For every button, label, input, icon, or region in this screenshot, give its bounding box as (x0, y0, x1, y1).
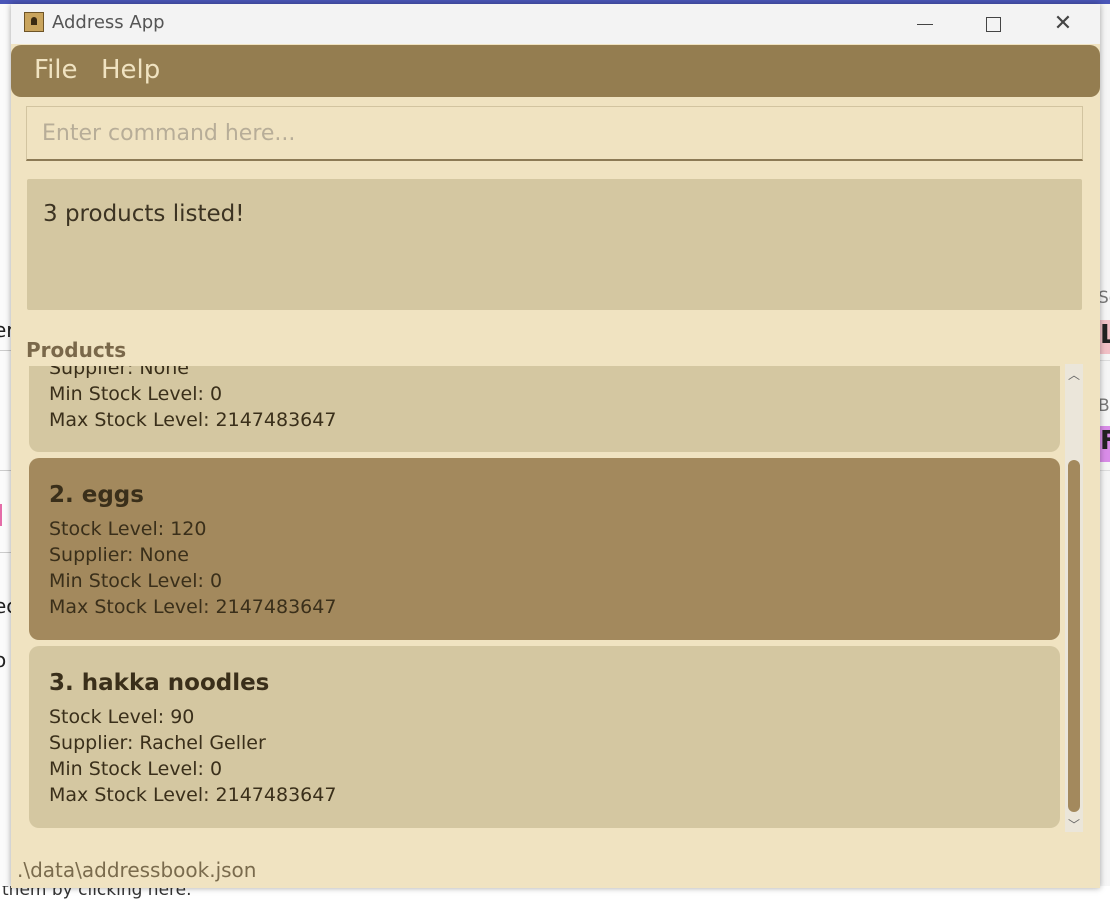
menu-file[interactable]: File (34, 55, 78, 85)
product-list[interactable]: Supplier: None Min Stock Level: 0 Max St… (26, 366, 1083, 834)
product-max-stock: Max Stock Level: 2147483647 (49, 596, 337, 618)
result-message: 3 products listed! (43, 201, 245, 227)
background-tag: L (1100, 320, 1110, 354)
list-scrollbar[interactable]: ︿ ﹀ (1065, 364, 1083, 832)
background-window-bottom: them by clicking here. (0, 886, 1110, 900)
products-label: Products (26, 338, 127, 362)
minimize-button[interactable] (891, 4, 959, 44)
product-supplier: Supplier: Rachel Geller (49, 732, 266, 754)
background-text: o (0, 648, 7, 672)
title-bar[interactable]: Address App ✕ (11, 4, 1100, 44)
chevron-down-icon[interactable]: ﹀ (1065, 816, 1083, 832)
product-stock: Stock Level: 90 (49, 706, 195, 728)
background-text: L (1100, 320, 1110, 350)
contact-book-icon (24, 12, 44, 32)
menu-bar: File Help (11, 45, 1100, 97)
command-box (26, 106, 1083, 161)
product-card[interactable]: 3. hakka noodles Stock Level: 90 Supplie… (29, 646, 1060, 828)
background-text: them by clicking here. (2, 886, 192, 900)
menu-help[interactable]: Help (101, 55, 160, 85)
product-name: 3. hakka noodles (49, 670, 270, 696)
divider (1100, 360, 1110, 361)
command-input[interactable] (27, 107, 1082, 159)
product-card[interactable]: Supplier: None Min Stock Level: 0 Max St… (29, 366, 1060, 452)
close-button[interactable]: ✕ (1029, 4, 1097, 44)
background-text: F (1100, 426, 1110, 456)
minimize-icon (917, 23, 933, 25)
product-max-stock: Max Stock Level: 2147483647 (49, 784, 337, 806)
product-card-selected[interactable]: 2. eggs Stock Level: 120 Supplier: None … (29, 458, 1060, 640)
product-stock: Stock Level: 120 (49, 518, 207, 540)
close-icon: ✕ (1053, 11, 1073, 36)
chevron-up-icon[interactable]: ︿ (1065, 366, 1083, 382)
background-window-right: Se L Bu F (1098, 4, 1110, 900)
background-accent (0, 504, 2, 526)
app-window: Address App ✕ File Help 3 products liste… (11, 4, 1100, 888)
background-tag: F (1100, 426, 1110, 462)
maximize-button[interactable] (959, 4, 1027, 44)
scrollbar-thumb[interactable] (1068, 460, 1080, 812)
maximize-icon (985, 16, 1001, 32)
product-min-stock: Min Stock Level: 0 (49, 383, 223, 405)
product-min-stock: Min Stock Level: 0 (49, 758, 223, 780)
window-title: Address App (52, 12, 165, 33)
product-name: 2. eggs (49, 482, 144, 508)
product-supplier: Supplier: None (49, 366, 189, 379)
product-max-stock: Max Stock Level: 2147483647 (49, 409, 337, 431)
product-supplier: Supplier: None (49, 544, 189, 566)
result-display[interactable]: 3 products listed! (27, 179, 1082, 310)
divider (1100, 470, 1110, 471)
product-min-stock: Min Stock Level: 0 (49, 570, 223, 592)
status-file-path: .\data\addressbook.json (17, 858, 257, 882)
